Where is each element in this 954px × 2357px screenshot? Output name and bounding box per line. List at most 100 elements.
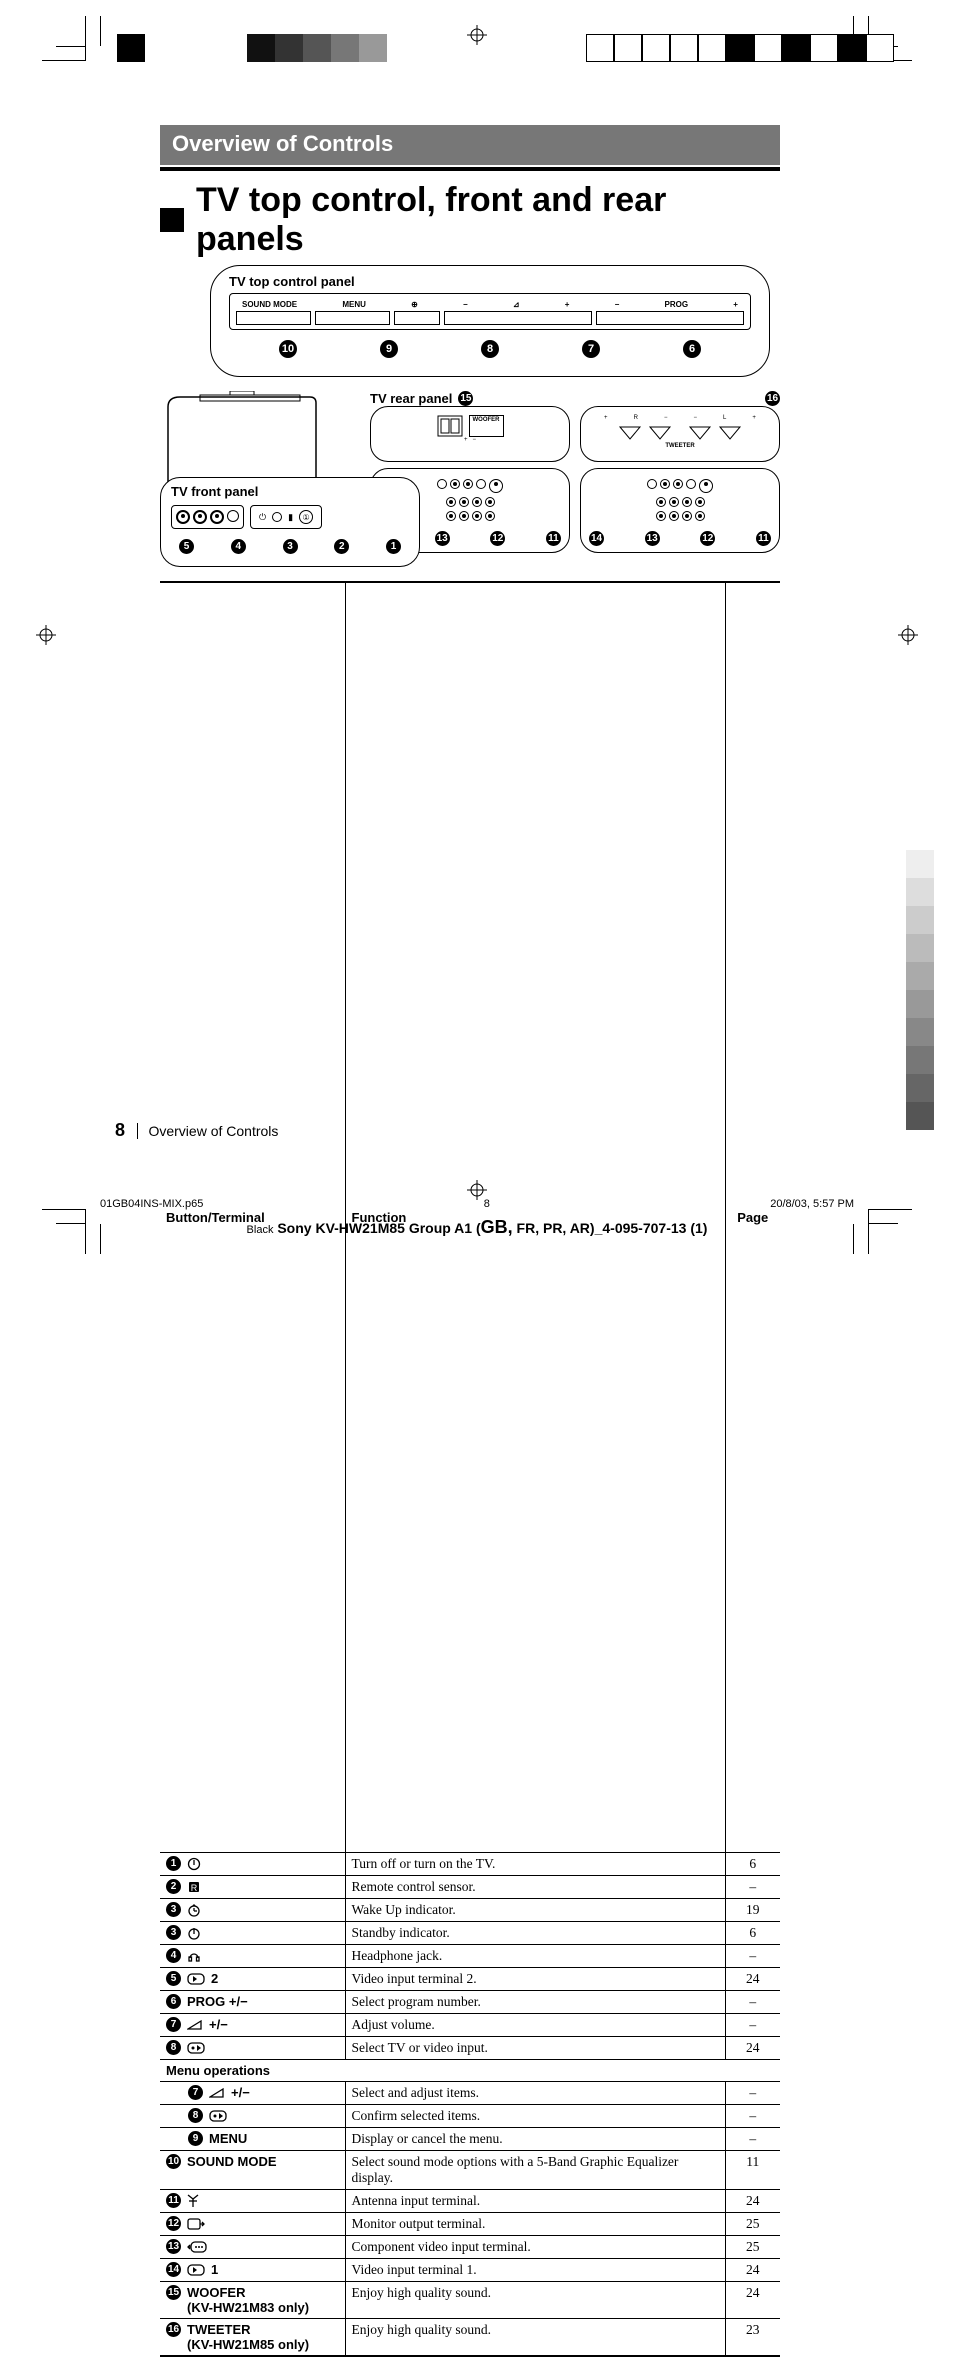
row-function: Component video input terminal. (345, 2235, 725, 2258)
rear-panel-tweeter: +R− −L+ TWEETER (580, 406, 780, 462)
crop-mark (868, 1209, 912, 1210)
callout-11b: 11 (756, 531, 771, 546)
table-row: 3Wake Up indicator.19 (160, 1898, 780, 1921)
row-number-badge: 10 (166, 2154, 181, 2169)
row-number-badge: 4 (166, 1948, 181, 1963)
menu-operations-label: Menu operations (160, 2059, 780, 2081)
front-panel-diagram: TV front panel ⏻ ▮ ① (160, 477, 420, 567)
crop-mark (42, 60, 86, 61)
antenna-icon (187, 2193, 199, 2209)
row-page: 19 (725, 1898, 780, 1921)
row-number-badge: 9 (188, 2131, 203, 2146)
table-row: 2RRemote control sensor.– (160, 1875, 780, 1898)
print-suffix: FR, PR, AR)_4-095-707-13 (1) (513, 1220, 708, 1236)
input-icon (187, 2262, 205, 2277)
label-prog-minus: − (615, 300, 620, 309)
page-title-text: TV top control, front and rear panels (196, 181, 780, 259)
top-panel-button-labels: SOUND MODE MENU ⊕ − ⊿ + − PROG + (236, 300, 744, 309)
row-page: 25 (725, 2235, 780, 2258)
print-filename: 01GB04INS-MIX.p65 (100, 1198, 203, 1210)
crop-mark (56, 46, 86, 47)
crop-mark (56, 1223, 86, 1224)
svg-text:R: R (191, 1883, 198, 1893)
calibration-block (117, 34, 145, 62)
row-page: – (725, 2013, 780, 2036)
row-label: +/− (231, 2085, 250, 2100)
row-number-badge: 13 (166, 2239, 181, 2254)
table-row: 7+/−Select and adjust items.– (160, 2081, 780, 2104)
top-panel-label: TV top control panel (229, 274, 751, 289)
crop-mark (85, 16, 86, 60)
row-function: Standby indicator. (345, 1921, 725, 1944)
rear-panel-label: TV rear panel (370, 391, 452, 406)
print-color: Black (247, 1224, 274, 1236)
row-page: 11 (725, 2150, 780, 2189)
row-page: 24 (725, 2189, 780, 2212)
row-page: 24 (725, 2281, 780, 2318)
row-sublabel: (KV-HW21M85 only) (187, 2337, 339, 2352)
row-number-badge: 8 (188, 2108, 203, 2123)
tv-input-icon (209, 2108, 227, 2123)
registration-mark-top (467, 25, 487, 45)
row-label: PROG +/− (187, 1994, 248, 2009)
controls-table: Button/Terminal Function Page 1Turn off … (160, 581, 780, 2357)
print-center-page: 8 (484, 1198, 490, 1210)
row-number-badge: 6 (166, 1994, 181, 2009)
print-model-name: Sony KV-HW21M85 Group A1 ( (277, 1220, 480, 1236)
page-caption: Overview of Controls (137, 1123, 278, 1139)
row-page: 6 (725, 1852, 780, 1875)
row-number-badge: 7 (188, 2085, 203, 2100)
row-page: 25 (725, 2212, 780, 2235)
callout-1: 1 (386, 539, 401, 554)
label-vol-minus: − (463, 300, 468, 309)
top-panel-buttons (236, 311, 744, 325)
callout-16: 16 (765, 391, 780, 406)
table-row: 9MENUDisplay or cancel the menu.– (160, 2127, 780, 2150)
row-number-badge: 12 (166, 2216, 181, 2231)
row-label: +/− (209, 2017, 228, 2032)
row-number-badge: 7 (166, 2017, 181, 2032)
row-page: – (725, 2104, 780, 2127)
table-row: 1Turn off or turn on the TV.6 (160, 1852, 780, 1875)
rear-panels: TV rear panel 15 16 WOOFER + − (370, 391, 780, 553)
row-number-badge: 1 (166, 1856, 181, 1871)
tweeter-terminals-icon (615, 423, 745, 443)
row-label: WOOFER (187, 2285, 246, 2300)
label-menu: MENU (342, 300, 366, 309)
table-row: 141Video input terminal 1.24 (160, 2258, 780, 2281)
print-timestamp: 20/8/03, 5:57 PM (770, 1198, 854, 1210)
crop-mark (868, 1210, 869, 1254)
row-function: Video input terminal 1. (345, 2258, 725, 2281)
tweeter-label: TWEETER (591, 443, 769, 449)
row-page: – (725, 2127, 780, 2150)
row-label: TWEETER (187, 2322, 251, 2337)
section-rule (160, 167, 780, 171)
row-function: Display or cancel the menu. (345, 2127, 725, 2150)
crop-mark (868, 1223, 898, 1224)
print-metadata-row: 01GB04INS-MIX.p65 8 20/8/03, 5:57 PM (100, 1198, 854, 1210)
row-page: 24 (725, 1967, 780, 1990)
row-function: Enjoy high quality sound. (345, 2281, 725, 2318)
terminal-icon (437, 415, 463, 437)
rear-panel-woofer: WOOFER + − (370, 406, 570, 462)
row-function: Select TV or video input. (345, 2036, 725, 2059)
callout-4: 4 (231, 539, 246, 554)
table-section-row: Menu operations (160, 2059, 780, 2081)
polarity-label: + − (381, 437, 559, 443)
row-label: 1 (211, 2262, 218, 2277)
label-prog: PROG (665, 300, 689, 309)
top-panel-callouts: 10 9 8 7 6 (229, 340, 751, 358)
registration-mark-right (898, 625, 918, 645)
section-header: Overview of Controls (160, 125, 780, 165)
callout-14b: 14 (589, 531, 604, 546)
row-sublabel: (KV-HW21M83 only) (187, 2300, 339, 2315)
clock-up-icon (187, 1902, 201, 1918)
tv-input-icon (187, 2040, 205, 2055)
callout-6: 6 (683, 340, 701, 358)
top-panel-outline: SOUND MODE MENU ⊕ − ⊿ + − PROG + (229, 293, 751, 330)
crop-mark (100, 16, 101, 46)
component-icon (187, 2239, 207, 2254)
callout-13: 13 (435, 531, 450, 546)
callout-12b: 12 (700, 531, 715, 546)
callout-12: 12 (490, 531, 505, 546)
